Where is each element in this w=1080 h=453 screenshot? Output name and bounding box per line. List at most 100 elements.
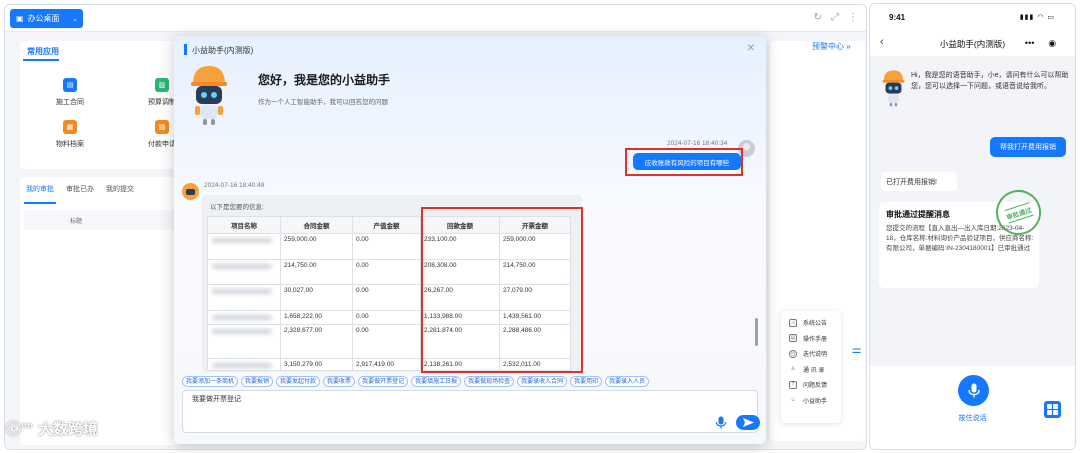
more-icon[interactable]: ⋮	[848, 12, 858, 23]
cell: 0.00	[352, 233, 421, 260]
tab-my-submissions[interactable]: 我的提交	[106, 184, 134, 194]
menu-contacts[interactable]: ♙ 通 讯 录	[789, 362, 841, 378]
menu-release-notes[interactable]: ◴ 迭代说明	[789, 346, 841, 362]
chat-scrollbar[interactable]	[755, 318, 758, 346]
col-contract-amount: 合同金额	[280, 216, 353, 234]
chip-reimburse[interactable]: 我要报销	[241, 376, 274, 387]
menu-label: 系统公告	[803, 321, 828, 328]
more-dots-icon[interactable]: •••	[1025, 38, 1034, 48]
nav-bar: ‹ 小益助手(内测版) ••• ◉	[870, 30, 1075, 56]
message-input[interactable]	[192, 394, 672, 409]
bot-message-time: 2024-07-16 18:40:48	[204, 182, 265, 189]
menu-label: 小益助手	[803, 398, 828, 405]
menu-feedback[interactable]: ? 问题反馈	[789, 377, 841, 393]
approval-panel: 我的审批 审批已办 我的提交 标题	[20, 177, 180, 445]
cell: 0.00	[352, 310, 421, 325]
chip-daily-report[interactable]: 我要填施工日报	[411, 376, 462, 387]
watermark-logo-icon: ⓒ°°	[6, 421, 33, 438]
menu-label: 通 讯 录	[803, 367, 825, 374]
feedback-icon: ?	[789, 380, 797, 389]
speaker-icon: ◁	[789, 318, 797, 327]
cell-project-name	[207, 233, 281, 260]
status-time: 9:41	[889, 13, 906, 22]
signal-wifi-battery-icon: ▮▮▮ ◠ ▭	[1019, 14, 1055, 21]
apps-title: 常用应用	[27, 47, 59, 56]
watermark: ⓒ°° 大数跨境	[6, 418, 98, 439]
message-input-box	[182, 390, 760, 433]
stamp-text: 审批通过	[1003, 201, 1034, 224]
chip-income-contract[interactable]: 我要录收入合同	[517, 376, 568, 387]
cell-project-name	[207, 310, 281, 325]
watermark-text: 大数跨境	[38, 421, 99, 438]
greeting-title: 您好，我是您的小益助手	[258, 73, 391, 87]
robot-icon: ☺	[790, 397, 796, 404]
fullscreen-icon[interactable]: ⤢	[831, 12, 839, 23]
microphone-icon[interactable]	[715, 416, 727, 429]
quick-prompt-chips: 我要添加一条商机 我要报销 我要发起付款 我要收票 我要做开票登记 我要填施工日…	[182, 376, 762, 387]
apps-title-underline	[23, 59, 59, 61]
close-icon[interactable]: ✕	[747, 43, 755, 54]
close-target-icon[interactable]: ◉	[1048, 38, 1056, 49]
cell: 0.00	[352, 259, 421, 285]
material-icon: ▦	[63, 120, 77, 134]
app-label: 物料档案	[56, 141, 84, 148]
modal-title: 小益助手(内测版)	[192, 46, 254, 55]
workspace-label: 办公桌面	[27, 14, 60, 23]
assistant-modal: 小益助手(内测版) ✕ 您好，我是您的小益助手 作为一个人工智能助手，我可以回答…	[174, 36, 766, 444]
send-button[interactable]	[736, 415, 760, 430]
chip-seal[interactable]: 我要用印	[570, 376, 603, 387]
tab-my-approvals[interactable]: 我的审批	[26, 184, 54, 194]
cell: 1,658,222.00	[280, 310, 353, 325]
status-bar: 9:41 ▮▮▮ ◠ ▭	[870, 4, 1075, 30]
budget-icon: ▥	[155, 78, 169, 92]
col-output-amount: 产值金额	[352, 216, 421, 234]
contract-icon: ▤	[63, 78, 77, 92]
cell-project-name	[207, 284, 281, 311]
send-icon	[742, 418, 754, 427]
grid-menu-icon[interactable]	[1044, 401, 1061, 418]
tab-approved[interactable]: 审批已办	[66, 184, 94, 194]
chip-payment[interactable]: 我要发起付款	[276, 376, 321, 387]
cell: 214,750.00	[280, 259, 353, 285]
menu-label: 问题反馈	[803, 383, 828, 390]
cell: 2,917,419.00	[352, 358, 421, 371]
microphone-icon	[967, 383, 980, 398]
chevron-down-icon: ⌄	[72, 15, 78, 23]
header-title: 标题	[70, 219, 83, 225]
approval-table-header: 标题	[24, 210, 176, 230]
menu-assistant[interactable]: ☺ 小益助手	[789, 393, 841, 409]
refresh-icon[interactable]: ↻	[814, 12, 822, 23]
chip-invoice-register[interactable]: 我要做开票登记	[358, 376, 409, 387]
menu-label: 迭代说明	[803, 352, 828, 359]
card-title: 审批通过提醒消息	[886, 210, 950, 219]
voice-button[interactable]	[958, 375, 989, 406]
menu-system-notice[interactable]: ◁ 系统公告	[789, 315, 841, 331]
workspace-dropdown[interactable]: ▣ 办公桌面 ⌄	[10, 9, 83, 28]
col-project-name: 项目名称	[207, 216, 281, 234]
greeting-subtitle: 作为一个人工智能助手，我可以回答您的问题	[258, 99, 388, 106]
common-apps-panel: 常用应用 ▤ 施工合同 ▥ 预算调制 ▦ 物料档案 ▧ 付款申请	[20, 41, 180, 169]
mobile-bot-bubble: 已打开费用报销!	[881, 172, 957, 191]
title-accent	[184, 44, 187, 55]
app-contract[interactable]: ▤ 施工合同	[45, 78, 95, 107]
chip-add-personnel[interactable]: 我要录入人员	[605, 376, 650, 387]
cell: 3,150,279.00	[280, 358, 353, 371]
app-label: 施工合同	[56, 99, 84, 106]
cell: 30,027.00	[280, 284, 353, 311]
chip-receive-invoice[interactable]: 我要收票	[323, 376, 356, 387]
cell: 2,328,677.00	[280, 324, 353, 359]
mini-program-capsule: ••• ◉	[1018, 35, 1063, 51]
sliders-icon[interactable]: ⚌	[849, 343, 864, 358]
monitor-icon: ▣	[16, 14, 24, 23]
app-material[interactable]: ▦ 物料档案	[45, 120, 95, 149]
chip-site-inspection[interactable]: 我要做现场检查	[464, 376, 515, 387]
user-icon: ♙	[790, 366, 796, 373]
menu-manual[interactable]: ▤ 操作手册	[789, 331, 841, 347]
robot-mascot-icon	[191, 66, 227, 125]
mobile-user-bubble: 帮我打开费用报销	[990, 137, 1066, 157]
book-icon: ▤	[789, 334, 797, 343]
warning-center-link[interactable]: 预警中心 »	[812, 41, 851, 52]
cell-project-name	[207, 259, 281, 285]
cell: 259,000.00	[280, 233, 353, 260]
chip-add-opportunity[interactable]: 我要添加一条商机	[182, 376, 239, 387]
